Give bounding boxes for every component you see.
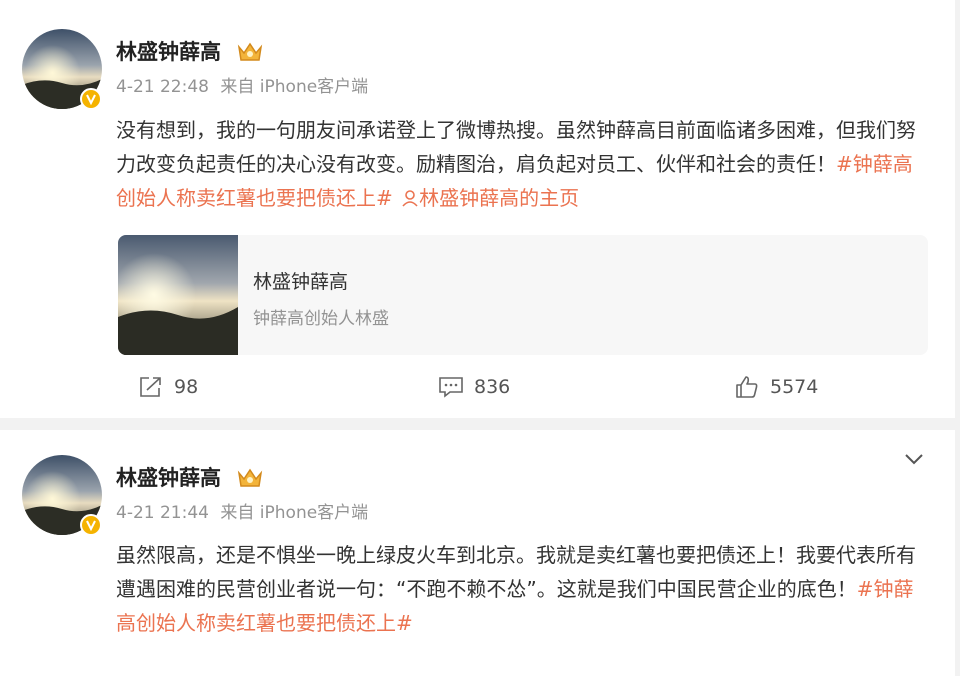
profile-link[interactable]: 林盛钟薛高的主页	[399, 186, 579, 210]
post-meta: 4-21 21:44 来自 iPhone客户端	[116, 502, 368, 524]
share-count: 98	[174, 376, 199, 398]
verified-badge-icon	[80, 514, 102, 536]
post-text: 虽然限高，还是不惧坐一晚上绿皮火车到北京。我就是卖红薯也要把债还上！我要代表所有…	[116, 538, 916, 640]
username[interactable]: 林盛钟薛高	[116, 465, 221, 491]
like-button[interactable]: 5574	[734, 372, 818, 402]
post-body: 没有想到，我的一句朋友间承诺登上了微博热搜。虽然钟薛高目前面临诸多困难，但我们努…	[116, 118, 916, 176]
link-card-title: 林盛钟薛高	[253, 271, 349, 293]
link-card-thumbnail	[118, 235, 238, 355]
comment-icon	[439, 377, 463, 398]
chevron-down-icon[interactable]	[903, 452, 925, 466]
post-body: 虽然限高，还是不惧坐一晚上绿皮火车到北京。我就是卖红薯也要把债还上！我要代表所有…	[116, 543, 916, 601]
share-icon	[140, 377, 161, 397]
person-icon	[402, 190, 418, 207]
username[interactable]: 林盛钟薛高	[116, 39, 221, 65]
weibo-post-1: 林盛钟薛高 4-21 22:48 来自 iPhone客户端 没有想到，我的一句朋…	[0, 0, 955, 418]
post-meta: 4-21 22:48 来自 iPhone客户端	[116, 76, 368, 98]
link-card-subtitle: 钟薛高创始人林盛	[253, 309, 389, 329]
crown-icon	[237, 468, 263, 487]
link-card[interactable]: 林盛钟薛高 钟薛高创始人林盛	[118, 235, 928, 355]
verified-badge-icon	[80, 88, 102, 110]
profile-link-label: 林盛钟薛高的主页	[419, 186, 580, 210]
source: 来自 iPhone客户端	[220, 503, 369, 523]
share-button[interactable]: 98	[138, 372, 198, 402]
crown-icon	[237, 42, 263, 61]
timestamp[interactable]: 4-21 22:48	[116, 77, 209, 97]
post-text: 没有想到，我的一句朋友间承诺登上了微博热搜。虽然钟薛高目前面临诸多困难，但我们努…	[116, 113, 916, 215]
timestamp[interactable]: 4-21 21:44	[116, 503, 209, 523]
comment-count: 836	[474, 376, 511, 398]
like-count: 5574	[770, 376, 819, 398]
weibo-post-2: 林盛钟薛高 4-21 21:44 来自 iPhone客户端 虽然限高，还是不惧坐…	[0, 430, 955, 676]
source: 来自 iPhone客户端	[220, 77, 369, 97]
comment-button[interactable]: 836	[438, 372, 510, 402]
like-icon	[736, 376, 758, 398]
